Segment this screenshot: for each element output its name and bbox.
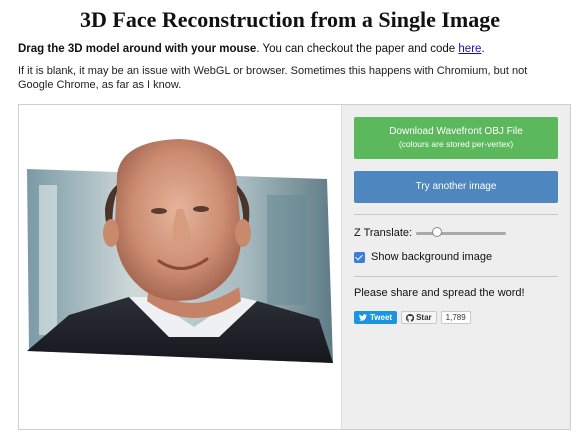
social-buttons: Tweet Star 1,789	[354, 311, 558, 324]
intro-rest: . You can checkout the paper and code	[256, 43, 459, 55]
download-obj-label: Download Wavefront OBJ File	[389, 126, 523, 137]
star-label: Star	[416, 313, 432, 322]
page-title: 3D Face Reconstruction from a Single Ima…	[80, 7, 500, 32]
3d-canvas[interactable]	[19, 105, 341, 429]
z-translate-row: Z Translate:	[354, 225, 558, 241]
divider	[354, 214, 558, 215]
z-translate-label: Z Translate:	[354, 227, 413, 239]
tweet-label: Tweet	[370, 313, 393, 322]
show-background-checkbox[interactable]	[354, 251, 365, 263]
intro-bold: Drag the 3D model around with your mouse	[18, 43, 257, 55]
control-panel: Download Wavefront OBJ File (colours are…	[341, 105, 570, 429]
divider	[354, 276, 558, 277]
download-obj-sublabel: (colours are stored per-vertex)	[398, 139, 514, 149]
try-another-image-button[interactable]: Try another image	[354, 171, 558, 203]
show-background-label: Show background image	[371, 251, 493, 263]
intro-text: Drag the 3D model around with your mouse…	[18, 42, 562, 56]
reconstructed-face-image[interactable]	[19, 105, 341, 429]
github-octocat-icon	[406, 313, 415, 322]
github-star-button[interactable]: Star	[401, 311, 437, 324]
show-background-row[interactable]: Show background image	[354, 249, 558, 265]
star-count-badge[interactable]: 1,789	[440, 311, 471, 324]
slider-track	[416, 232, 507, 235]
intro-end: .	[481, 43, 485, 55]
twitter-bird-icon	[359, 314, 367, 321]
webgl-note: If it is blank, it may be an issue with …	[18, 65, 528, 91]
viewer-container: Download Wavefront OBJ File (colours are…	[18, 104, 571, 430]
tweet-button[interactable]: Tweet	[354, 311, 398, 324]
z-translate-slider[interactable]	[416, 227, 507, 238]
slider-thumb[interactable]	[432, 227, 443, 237]
share-text: Please share and spread the word!	[354, 287, 525, 299]
paper-link[interactable]: here	[458, 43, 481, 55]
download-obj-button[interactable]: Download Wavefront OBJ File (colours are…	[354, 117, 558, 159]
